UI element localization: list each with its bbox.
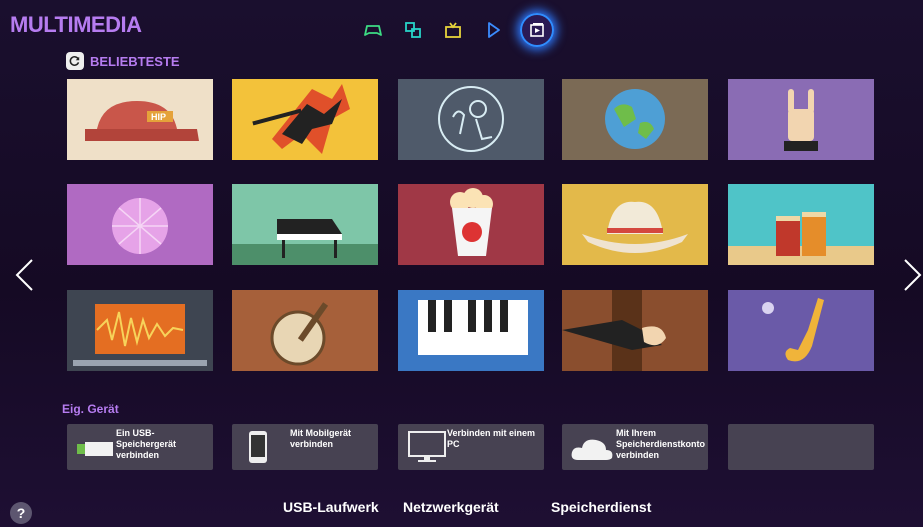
double-bass-icon — [562, 290, 666, 371]
waveform-icon — [73, 304, 207, 366]
bongo-drums-icon — [728, 212, 874, 265]
cloud-icon — [571, 439, 613, 460]
section-label: BELIEBTESTE — [90, 53, 180, 69]
mobile-icon — [249, 431, 267, 463]
tile-hip-hop[interactable]: HIP — [67, 79, 213, 160]
tv-icon[interactable] — [440, 17, 466, 43]
tile-metal[interactable] — [728, 79, 874, 160]
electric-guitar-icon — [252, 84, 350, 154]
tile-movies[interactable] — [398, 184, 544, 265]
rock-hand-icon — [784, 89, 818, 151]
tile-latin[interactable] — [728, 184, 874, 265]
popcorn-icon — [450, 188, 493, 256]
tab-storage-service[interactable]: Speicherdienst — [551, 499, 651, 515]
chevron-right-icon — [904, 259, 922, 291]
banjo-icon — [270, 302, 329, 366]
tile-folk[interactable] — [232, 290, 378, 371]
mobile-connect-label: Mit Mobilgerät verbinden — [290, 428, 351, 449]
empty-slot — [728, 424, 874, 470]
pc-icon — [408, 431, 446, 462]
tile-bass[interactable] — [562, 290, 708, 371]
usb-connect-label: Ein USB-Speichergerät verbinden — [116, 428, 177, 460]
prev-arrow[interactable] — [14, 258, 34, 292]
svg-text:HIP: HIP — [151, 112, 166, 122]
apps-icon[interactable] — [400, 17, 426, 43]
tile-rock[interactable] — [232, 79, 378, 160]
gamepad-icon[interactable] — [360, 17, 386, 43]
own-device-label: Eig. Gerät — [62, 402, 119, 416]
hip-hop-cap-icon: HIP — [85, 101, 199, 141]
play-icon[interactable] — [480, 17, 506, 43]
pc-connect-label: Verbinden mit einem PC — [447, 428, 536, 449]
cloud-connect-label: Mit Ihrem Speicherdienstkonto verbinden — [616, 428, 706, 460]
cowboy-hat-icon — [582, 201, 688, 253]
keyboard-icon — [418, 300, 528, 355]
tab-usb-drive[interactable]: USB-Laufwerk — [283, 499, 379, 515]
tile-singer[interactable] — [398, 79, 544, 160]
usb-icon — [77, 442, 113, 456]
piano-icon — [232, 219, 378, 265]
page-title: MULTIMEDIA — [10, 12, 142, 37]
multimedia-icon[interactable] — [520, 13, 554, 47]
pc-connect-button[interactable]: Verbinden mit einem PC — [398, 424, 544, 470]
help-button[interactable]: ? — [10, 502, 32, 524]
tile-saxophone[interactable] — [728, 290, 874, 371]
tile-electronic[interactable] — [67, 290, 213, 371]
tile-classical[interactable] — [232, 184, 378, 265]
tile-world[interactable] — [562, 79, 708, 160]
tile-country[interactable] — [562, 184, 708, 265]
next-arrow[interactable] — [903, 258, 923, 292]
cloud-connect-button[interactable]: Mit Ihrem Speicherdienstkonto verbinden — [562, 424, 708, 470]
globe-icon — [605, 89, 665, 149]
tile-jazz-piano[interactable] — [398, 290, 544, 371]
tile-disco[interactable] — [67, 184, 213, 265]
tab-network-device[interactable]: Netzwerkgerät — [403, 499, 499, 515]
top-nav — [360, 13, 554, 47]
chevron-left-icon — [15, 259, 33, 291]
disco-ball-icon — [112, 198, 168, 254]
singer-icon — [438, 86, 504, 152]
saxophone-icon — [762, 298, 824, 362]
usb-connect-button[interactable]: Ein USB-Speichergerät verbinden — [67, 424, 213, 470]
mobile-connect-button[interactable]: Mit Mobilgerät verbinden — [232, 424, 378, 470]
section-header: BELIEBTESTE — [66, 52, 180, 70]
refresh-icon[interactable] — [66, 52, 84, 70]
